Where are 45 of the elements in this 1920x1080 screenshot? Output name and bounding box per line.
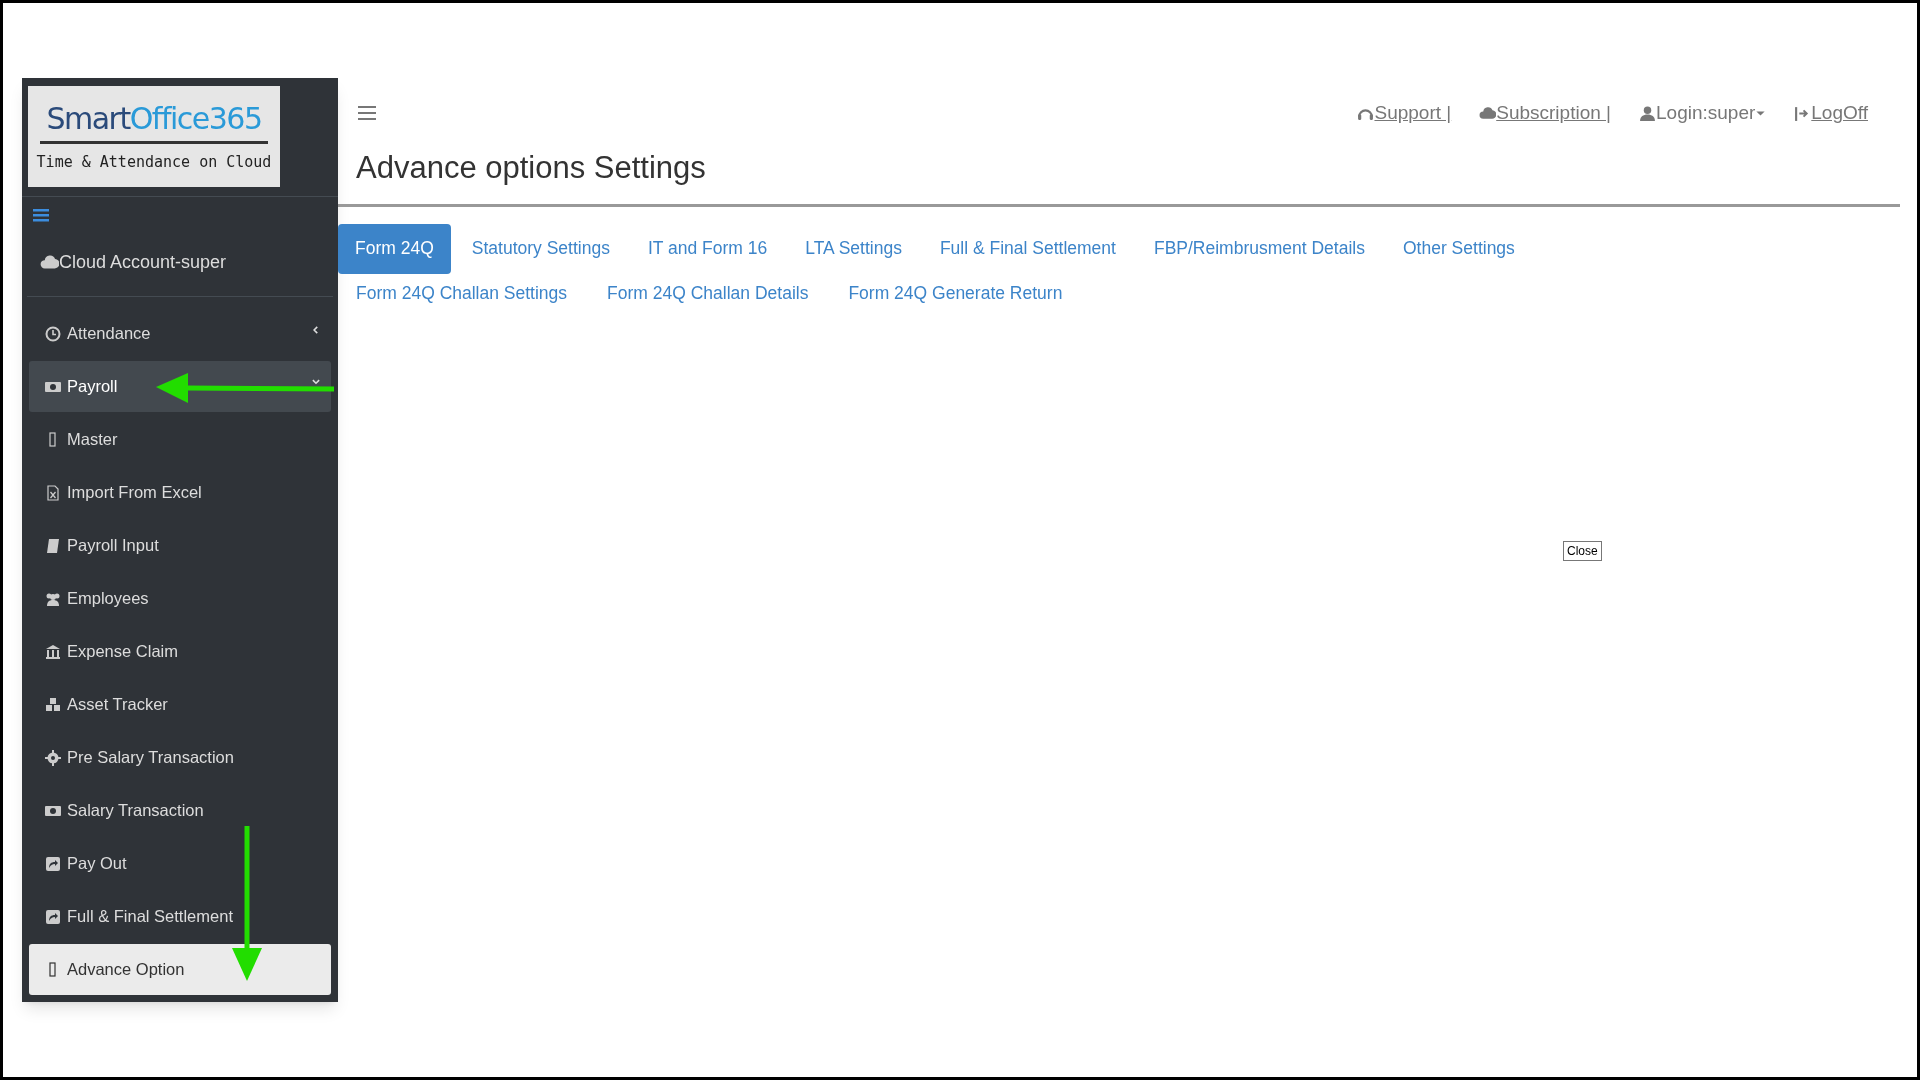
tab[interactable]: Other Settings — [1386, 223, 1532, 274]
submenu-item[interactable]: Asset Tracker — [29, 679, 331, 730]
top-link[interactable]: LogOff — [1794, 98, 1868, 128]
chevron-left-icon — [311, 324, 321, 335]
settings-icon — [45, 749, 61, 766]
top-link[interactable]: Login:super — [1639, 98, 1767, 128]
tab-link[interactable]: Form 24Q Challan Details — [607, 279, 809, 306]
top-link[interactable]: Support | — [1357, 98, 1452, 128]
bank-icon — [45, 643, 61, 660]
submenu-item[interactable]: Employees — [29, 573, 331, 624]
account-name: Cloud Account-super — [59, 251, 227, 274]
close-button[interactable]: Close — [1563, 540, 1602, 561]
menu-item[interactable]: Attendance — [29, 308, 331, 359]
tab-link[interactable]: Form 24Q Challan Settings — [356, 279, 568, 306]
menu-item[interactable]: Payroll — [29, 361, 331, 412]
tab-link[interactable]: Form 24Q Generate Return — [848, 279, 1063, 306]
excel-file-icon — [45, 484, 61, 501]
submenu-item[interactable]: Import From Excel — [29, 467, 331, 518]
submenu-item[interactable]: Expense Claim — [29, 626, 331, 677]
tab[interactable]: Form 24Q — [338, 223, 451, 274]
submenu-item[interactable]: Pay Out — [29, 838, 331, 889]
cubes-icon — [45, 696, 61, 713]
submenu-item[interactable]: Full & Final Settlement — [29, 891, 331, 942]
tab[interactable]: Statutory Settings — [454, 223, 627, 274]
tab[interactable]: Full & Final Settlement — [922, 223, 1133, 274]
logo-tagline: Time & Attendance on Cloud — [36, 151, 272, 173]
menu-icon[interactable] — [33, 207, 49, 223]
clock-icon — [45, 325, 61, 342]
submenu-item[interactable]: Salary Transaction — [29, 785, 331, 836]
tab[interactable]: LTA Settings — [788, 223, 919, 274]
submenu-item[interactable]: Pre Salary Transaction — [29, 732, 331, 783]
user-icon — [1639, 104, 1656, 122]
top-link[interactable]: Subscription | — [1479, 98, 1611, 128]
submenu-item[interactable]: Advance Option — [29, 944, 331, 995]
logo-title: SmartOffice365 — [46, 103, 262, 134]
menu-icon[interactable] — [358, 105, 376, 121]
tab[interactable]: IT and Form 16 — [630, 223, 785, 274]
book-icon — [45, 537, 61, 554]
tab[interactable]: FBP/Reimbrusment Details — [1136, 223, 1382, 274]
page-title: Advance options Settings — [356, 149, 707, 187]
share-icon — [45, 855, 61, 872]
share-icon — [45, 908, 61, 925]
submenu-item[interactable]: Master — [29, 414, 331, 465]
submenu-item[interactable]: Payroll Input — [29, 520, 331, 571]
cloud-icon — [1479, 104, 1497, 122]
